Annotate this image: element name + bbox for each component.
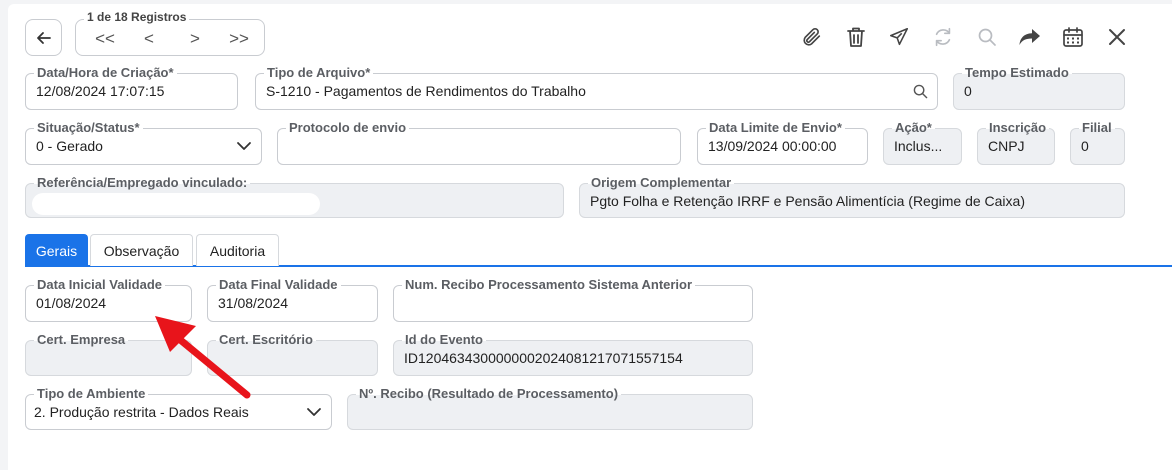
annotation-arrow xyxy=(155,316,251,399)
